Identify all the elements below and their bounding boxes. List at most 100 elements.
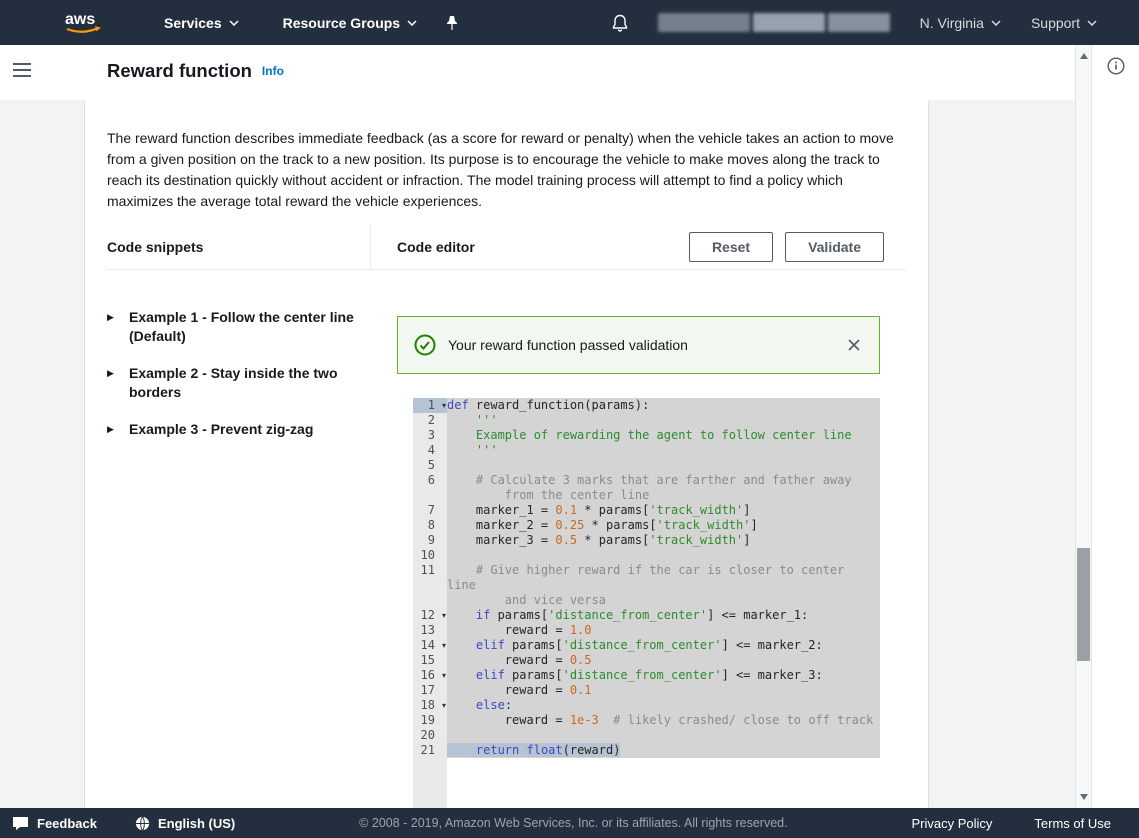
info-panel-icon[interactable]: [1107, 57, 1125, 75]
code-text[interactable]: marker_2 = 0.25 * params['track_width']: [447, 518, 880, 533]
line-number[interactable]: 13: [413, 623, 447, 638]
code-line[interactable]: 9 marker_3 = 0.5 * params['track_width']: [413, 533, 880, 548]
code-text[interactable]: if params['distance_from_center'] <= mar…: [447, 608, 880, 623]
line-number[interactable]: 3: [413, 428, 447, 443]
code-line[interactable]: 14▾ elif params['distance_from_center'] …: [413, 638, 880, 653]
code-text[interactable]: def reward_function(params):: [447, 398, 880, 413]
code-line[interactable]: 21 return float(reward): [413, 743, 880, 758]
code-line[interactable]: 13 reward = 1.0: [413, 623, 880, 638]
code-line[interactable]: 10: [413, 548, 880, 563]
nav-resource-groups-menu[interactable]: Resource Groups: [283, 15, 417, 31]
example-3-item[interactable]: ▶ Example 3 - Prevent zig-zag: [107, 420, 371, 439]
code-snippets-list: ▶ Example 1 - Follow the center line (De…: [107, 270, 371, 808]
fold-triangle-icon[interactable]: ▾: [442, 608, 446, 623]
code-line[interactable]: 4 ''': [413, 443, 880, 458]
code-line[interactable]: 2 ''': [413, 413, 880, 428]
code-text[interactable]: [447, 728, 880, 743]
close-banner-button[interactable]: [845, 336, 863, 354]
code-line[interactable]: 19 reward = 1e-3 # likely crashed/ close…: [413, 713, 880, 728]
example-2-item[interactable]: ▶ Example 2 - Stay inside the two border…: [107, 364, 371, 402]
nav-support-menu[interactable]: Support: [1031, 15, 1097, 31]
code-line[interactable]: 11 # Give higher reward if the car is cl…: [413, 563, 880, 608]
close-icon: [847, 338, 861, 352]
svg-text:aws: aws: [65, 11, 95, 28]
feedback-button[interactable]: Feedback: [12, 816, 97, 831]
line-number[interactable]: 11: [413, 563, 447, 608]
code-line[interactable]: 17 reward = 0.1: [413, 683, 880, 698]
code-text[interactable]: reward = 0.1: [447, 683, 880, 698]
code-text[interactable]: elif params['distance_from_center'] <= m…: [447, 638, 880, 653]
line-number[interactable]: 21: [413, 743, 447, 758]
fold-triangle-icon[interactable]: ▾: [442, 638, 446, 653]
code-editor[interactable]: 1▾def reward_function(params):2 '''3 Exa…: [413, 398, 880, 808]
code-text[interactable]: # Calculate 3 marks that are farther and…: [447, 473, 880, 503]
terms-of-use-link[interactable]: Terms of Use: [1034, 816, 1111, 831]
code-text[interactable]: elif params['distance_from_center'] <= m…: [447, 668, 880, 683]
example-label: Example 3 - Prevent zig-zag: [129, 420, 357, 439]
line-number[interactable]: 2: [413, 413, 447, 428]
nav-region-menu[interactable]: N. Virginia: [920, 15, 1001, 31]
code-line[interactable]: 7 marker_1 = 0.1 * params['track_width']: [413, 503, 880, 518]
line-number[interactable]: 18▾: [413, 698, 447, 713]
code-text[interactable]: Example of rewarding the agent to follow…: [447, 428, 880, 443]
line-number[interactable]: 1▾: [413, 398, 447, 413]
line-number[interactable]: 14▾: [413, 638, 447, 653]
code-text[interactable]: reward = 1.0: [447, 623, 880, 638]
fold-triangle-icon[interactable]: ▾: [442, 398, 446, 413]
reset-button[interactable]: Reset: [689, 232, 773, 262]
line-number[interactable]: 12▾: [413, 608, 447, 623]
code-text[interactable]: reward = 0.5: [447, 653, 880, 668]
line-number[interactable]: 9: [413, 533, 447, 548]
line-number[interactable]: 7: [413, 503, 447, 518]
aws-logo[interactable]: aws: [62, 9, 108, 37]
line-number[interactable]: 19: [413, 713, 447, 728]
line-number[interactable]: 8: [413, 518, 447, 533]
code-line[interactable]: 8 marker_2 = 0.25 * params['track_width'…: [413, 518, 880, 533]
hamburger-menu-icon[interactable]: [13, 63, 31, 77]
code-line[interactable]: 5: [413, 458, 880, 473]
line-number[interactable]: 20: [413, 728, 447, 743]
code-text[interactable]: ''': [447, 413, 880, 428]
code-text[interactable]: marker_3 = 0.5 * params['track_width']: [447, 533, 880, 548]
privacy-policy-link[interactable]: Privacy Policy: [911, 816, 992, 831]
code-line[interactable]: 20: [413, 728, 880, 743]
example-1-item[interactable]: ▶ Example 1 - Follow the center line (De…: [107, 308, 371, 346]
code-line[interactable]: 18▾ else:: [413, 698, 880, 713]
fold-triangle-icon[interactable]: ▾: [442, 668, 446, 683]
line-number[interactable]: 17: [413, 683, 447, 698]
line-number[interactable]: 4: [413, 443, 447, 458]
nav-resource-groups-label: Resource Groups: [283, 15, 400, 31]
line-number[interactable]: 5: [413, 458, 447, 473]
language-selector[interactable]: English (US): [135, 816, 235, 831]
notifications-bell-icon[interactable]: [612, 14, 628, 32]
line-number[interactable]: 6: [413, 473, 447, 503]
pin-icon[interactable]: [445, 15, 459, 31]
code-text[interactable]: # Give higher reward if the car is close…: [447, 563, 880, 608]
code-text[interactable]: else:: [447, 698, 880, 713]
vertical-scrollbar[interactable]: [1075, 45, 1092, 808]
validate-button[interactable]: Validate: [785, 232, 884, 262]
scrollbar-thumb[interactable]: [1077, 548, 1090, 661]
nav-services-menu[interactable]: Services: [164, 15, 239, 31]
scroll-up-arrow-icon[interactable]: [1080, 53, 1088, 59]
code-line[interactable]: 1▾def reward_function(params):: [413, 398, 880, 413]
info-link[interactable]: Info: [262, 64, 284, 78]
code-text[interactable]: return float(reward): [447, 743, 880, 758]
line-number[interactable]: 10: [413, 548, 447, 563]
code-text[interactable]: ''': [447, 443, 880, 458]
code-text[interactable]: [447, 458, 880, 473]
code-text[interactable]: reward = 1e-3 # likely crashed/ close to…: [447, 713, 880, 728]
code-line[interactable]: 15 reward = 0.5: [413, 653, 880, 668]
code-text[interactable]: [447, 548, 880, 563]
code-line[interactable]: 3 Example of rewarding the agent to foll…: [413, 428, 880, 443]
code-line[interactable]: 6 # Calculate 3 marks that are farther a…: [413, 473, 880, 503]
fold-triangle-icon[interactable]: ▾: [442, 698, 446, 713]
line-number[interactable]: 15: [413, 653, 447, 668]
scroll-down-arrow-icon[interactable]: [1080, 794, 1088, 800]
chevron-down-icon: [991, 20, 1001, 26]
feedback-label: Feedback: [37, 816, 97, 831]
line-number[interactable]: 16▾: [413, 668, 447, 683]
code-line[interactable]: 16▾ elif params['distance_from_center'] …: [413, 668, 880, 683]
code-text[interactable]: marker_1 = 0.1 * params['track_width']: [447, 503, 880, 518]
code-line[interactable]: 12▾ if params['distance_from_center'] <=…: [413, 608, 880, 623]
